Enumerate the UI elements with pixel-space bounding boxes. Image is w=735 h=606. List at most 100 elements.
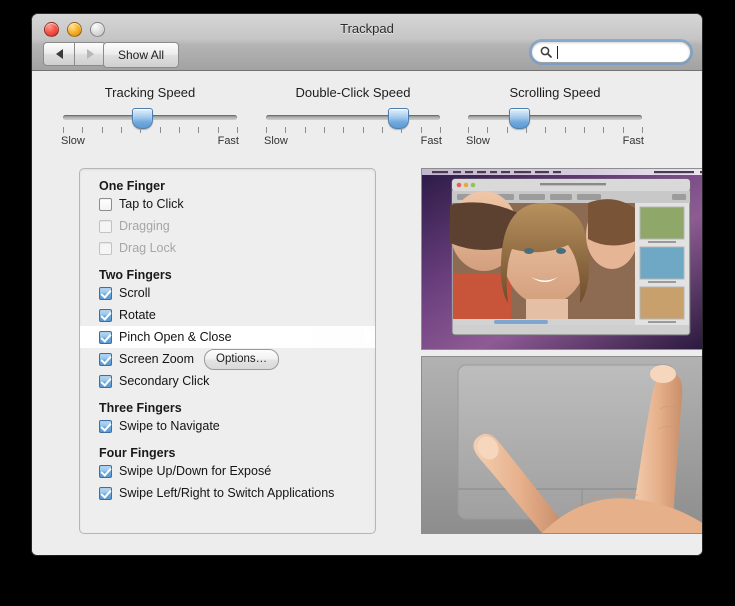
- slider-tick: [623, 127, 624, 133]
- checkbox-secondary-click[interactable]: [99, 375, 112, 388]
- checkbox-label-drag-lock: Drag Lock: [119, 241, 176, 255]
- slider-tick: [218, 127, 219, 133]
- nav-buttons: [43, 42, 106, 66]
- slider-double-click-speed[interactable]: Double-Click Speed SlowFast: [258, 85, 448, 147]
- slider-scrolling-speed[interactable]: Scrolling Speed Slow Fast: [460, 85, 650, 147]
- options-button[interactable]: Options…: [204, 349, 279, 370]
- checkbox-label-screen-zoom: Screen Zoom: [119, 352, 194, 366]
- slider-ticks: [266, 127, 440, 135]
- gesture-row-pinch-open-close[interactable]: Pinch Open & Close: [80, 326, 375, 348]
- slider-tick: [584, 127, 585, 133]
- slider-tick: [603, 127, 604, 133]
- slider-thumb[interactable]: [388, 108, 409, 129]
- slider-tick: [179, 127, 180, 133]
- checkbox-dragging: [99, 220, 112, 233]
- slider-tracking-speed[interactable]: Tracking SpeedSlowFast: [55, 85, 245, 147]
- slider-tick: [526, 127, 527, 133]
- gesture-row-tap-to-click[interactable]: Tap to Click: [80, 193, 375, 215]
- slider-tick: [140, 127, 141, 133]
- slider-tick: [401, 127, 402, 133]
- slider-tick: [642, 127, 643, 133]
- group-heading-four-fingers: Four Fingers: [80, 446, 375, 460]
- slider-tick: [63, 127, 64, 133]
- gesture-demo-video: [421, 168, 702, 350]
- slider-max-label: Fast: [218, 135, 239, 147]
- show-all-button[interactable]: Show All: [103, 42, 179, 68]
- slider-tick: [507, 127, 508, 133]
- slider-tick: [160, 127, 161, 133]
- gesture-row-screen-zoom[interactable]: Screen Zoom Options…: [80, 348, 375, 370]
- gesture-row-drag-lock: Drag Lock: [80, 237, 375, 259]
- forward-arrow-icon: [87, 49, 94, 59]
- slider-tick: [102, 127, 103, 133]
- slider-min-label: Slow: [466, 135, 490, 147]
- slider-tick: [545, 127, 546, 133]
- slider-tick: [440, 127, 441, 133]
- slider-label: Double-Click Speed: [258, 85, 448, 100]
- gesture-row-dragging: Dragging: [80, 215, 375, 237]
- slider-tick: [343, 127, 344, 133]
- slider-label: Scrolling Speed: [460, 85, 650, 100]
- slider-track[interactable]: [63, 111, 237, 125]
- checkbox-label-swipe-left-right-to-switch-applications: Swipe Left/Right to Switch Applications: [119, 486, 334, 500]
- trackpad-preferences-window: Trackpad Show All Track: [32, 14, 702, 555]
- checkbox-label-tap-to-click: Tap to Click: [119, 197, 184, 211]
- slider-tick: [324, 127, 325, 133]
- list-spacer: [80, 169, 375, 179]
- slider-track-groove: [468, 115, 642, 120]
- checkbox-screen-zoom[interactable]: [99, 353, 112, 366]
- demo-video-frame: [422, 169, 702, 349]
- slider-tick: [82, 127, 83, 133]
- slider-tick: [468, 127, 469, 133]
- checkbox-pinch-open-close[interactable]: [99, 331, 112, 344]
- slider-track-groove: [266, 115, 440, 120]
- slider-track[interactable]: [468, 111, 642, 125]
- slider-tick: [421, 127, 422, 133]
- slider-track[interactable]: [266, 111, 440, 125]
- forward-button: [74, 42, 106, 66]
- gesture-row-scroll[interactable]: Scroll: [80, 282, 375, 304]
- slider-max-label: Fast: [623, 135, 644, 147]
- search-input[interactable]: [560, 45, 682, 59]
- gesture-row-rotate[interactable]: Rotate: [80, 304, 375, 326]
- checkbox-swipe-to-navigate[interactable]: [99, 420, 112, 433]
- trackpad-hand-photo: [421, 356, 702, 534]
- slider-min-label: Slow: [264, 135, 288, 147]
- checkbox-drag-lock: [99, 242, 112, 255]
- gesture-row-swipe-left-right-to-switch-applications[interactable]: Swipe Left/Right to Switch Applications: [80, 482, 375, 504]
- slider-tick: [285, 127, 286, 133]
- list-spacer: [80, 437, 375, 446]
- checkbox-swipe-left-right-to-switch-applications[interactable]: [99, 487, 112, 500]
- slider-tick: [382, 127, 383, 133]
- slider-tick: [565, 127, 566, 133]
- slider-ticks: [468, 127, 642, 135]
- gesture-row-swipe-to-navigate[interactable]: Swipe to Navigate: [80, 415, 375, 437]
- checkbox-rotate[interactable]: [99, 309, 112, 322]
- list-spacer: [80, 259, 375, 268]
- slider-end-labels: SlowFast: [264, 135, 442, 147]
- slider-tick: [121, 127, 122, 133]
- back-button[interactable]: [43, 42, 74, 66]
- preferences-content: Tracking SpeedSlowFastDouble-Click Speed…: [32, 71, 702, 555]
- checkbox-label-scroll: Scroll: [119, 286, 150, 300]
- slider-thumb[interactable]: [509, 108, 530, 129]
- gesture-row-swipe-up-down-for-expos[interactable]: Swipe Up/Down for Exposé: [80, 460, 375, 482]
- slider-tick: [237, 127, 238, 133]
- search-field[interactable]: [531, 41, 691, 63]
- checkbox-tap-to-click[interactable]: [99, 198, 112, 211]
- slider-thumb[interactable]: [132, 108, 153, 129]
- slider-label: Tracking Speed: [55, 85, 245, 100]
- checkbox-scroll[interactable]: [99, 287, 112, 300]
- slider-end-labels: Slow Fast: [466, 135, 644, 147]
- trackpad-photo-frame: [422, 357, 702, 533]
- checkbox-label-swipe-up-down-for-expos: Swipe Up/Down for Exposé: [119, 464, 271, 478]
- checkbox-swipe-up-down-for-expos[interactable]: [99, 465, 112, 478]
- gesture-row-secondary-click[interactable]: Secondary Click: [80, 370, 375, 392]
- checkbox-label-pinch-open-close: Pinch Open & Close: [119, 330, 232, 344]
- slider-ticks: [63, 127, 237, 135]
- group-heading-three-fingers: Three Fingers: [80, 401, 375, 415]
- gesture-options-list: One FingerTap to ClickDraggingDrag LockT…: [79, 168, 376, 534]
- search-icon: [540, 46, 552, 58]
- back-arrow-icon: [56, 49, 63, 59]
- checkbox-label-secondary-click: Secondary Click: [119, 374, 209, 388]
